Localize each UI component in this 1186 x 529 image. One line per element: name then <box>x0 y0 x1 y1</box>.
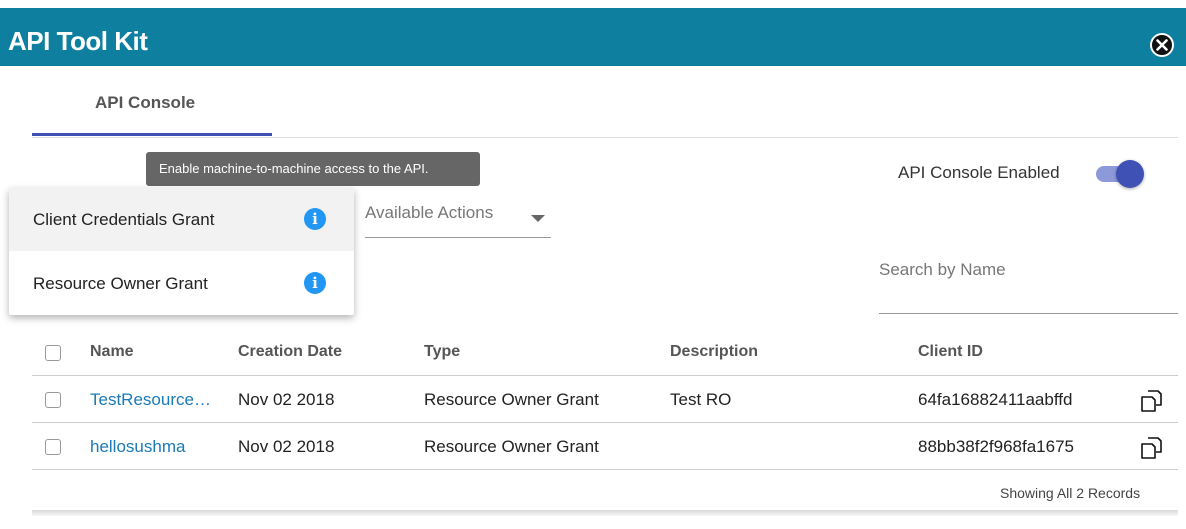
copy-icon[interactable] <box>1138 435 1164 461</box>
available-actions-dropdown[interactable]: Available Actions <box>365 200 551 238</box>
console-enabled-toggle[interactable] <box>1096 158 1146 188</box>
column-header-client-id[interactable]: Client ID <box>918 343 1123 361</box>
grant-tooltip: Enable machine-to-machine access to the … <box>146 152 480 186</box>
toggle-thumb <box>1116 160 1144 188</box>
client-name-link[interactable]: TestResourceOwner <box>90 390 222 410</box>
tabs-divider <box>32 137 1178 138</box>
type-cell: Resource Owner Grant <box>424 437 599 456</box>
console-toggle-label: API Console Enabled <box>898 163 1060 182</box>
top-edge <box>0 0 1186 8</box>
copy-icon[interactable] <box>1138 388 1164 414</box>
header-bar: API Tool Kit <box>0 8 1186 66</box>
type-cell: Resource Owner Grant <box>424 390 599 409</box>
clients-table: Name Creation Date Type Description Clie… <box>32 330 1178 510</box>
menu-item-client-credentials-grant[interactable]: Client Credentials Grant i <box>9 188 354 251</box>
client-id-cell: 88bb38f2f968fa1675 <box>918 437 1074 456</box>
window-title: API Tool Kit <box>8 26 148 56</box>
tab-label: API Console <box>95 93 196 112</box>
search-input[interactable] <box>879 250 1178 290</box>
menu-item-resource-owner-grant[interactable]: Resource Owner Grant i <box>9 252 354 315</box>
creation-date-cell: Nov 02 2018 <box>238 437 335 456</box>
menu-item-label: Client Credentials Grant <box>33 210 215 229</box>
tab-api-console[interactable]: API Console <box>32 66 272 138</box>
table-header-row: Name Creation Date Type Description Clie… <box>32 330 1178 376</box>
row-checkbox[interactable] <box>45 392 61 408</box>
menu-item-label: Resource Owner Grant <box>33 274 208 293</box>
available-actions-label: Available Actions <box>365 203 494 222</box>
row-checkbox[interactable] <box>45 439 61 455</box>
records-count: Showing All 2 Records <box>1000 485 1141 501</box>
close-button[interactable] <box>1150 33 1174 57</box>
client-id-cell: 64fa16882411aabffd <box>918 390 1073 409</box>
info-icon[interactable]: i <box>304 208 326 230</box>
caret-down-icon <box>531 215 545 222</box>
close-icon <box>1156 39 1168 51</box>
column-header-name[interactable]: Name <box>90 343 222 361</box>
table-row: hellosushma Nov 02 2018 Resource Owner G… <box>32 423 1178 470</box>
creation-date-cell: Nov 02 2018 <box>238 390 335 409</box>
client-name-link[interactable]: hellosushma <box>90 437 222 457</box>
table-bottom-edge <box>32 510 1178 516</box>
select-all-checkbox[interactable] <box>45 345 61 361</box>
description-cell: Test RO <box>670 390 732 409</box>
info-icon[interactable]: i <box>304 272 326 294</box>
search-field <box>879 250 1178 314</box>
column-header-creation-date[interactable]: Creation Date <box>238 343 408 361</box>
active-tab-indicator <box>32 133 272 136</box>
api-toolkit-window: API Tool Kit API Console Enable machine-… <box>0 0 1186 529</box>
table-row: TestResourceOwner Nov 02 2018 Resource O… <box>32 376 1178 423</box>
grant-type-menu: Client Credentials Grant i Resource Owne… <box>9 188 354 315</box>
column-header-type[interactable]: Type <box>424 343 654 361</box>
column-header-description[interactable]: Description <box>670 343 900 361</box>
